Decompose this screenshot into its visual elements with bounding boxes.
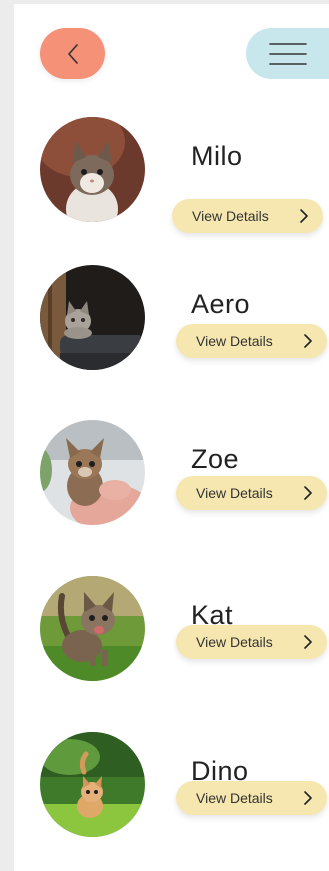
- view-details-label: View Details: [196, 333, 273, 349]
- pet-name: Zoe: [191, 444, 240, 474]
- kitten-in-hands-image: [40, 420, 145, 525]
- kitten-in-meadow-image: [40, 732, 145, 837]
- kitten-in-grass-image: [40, 576, 145, 681]
- view-details-button[interactable]: View Details: [176, 476, 327, 510]
- chevron-right-icon: [304, 486, 312, 500]
- chevron-right-icon: [304, 334, 312, 348]
- hamburger-menu-icon: [269, 43, 307, 65]
- view-details-label: View Details: [196, 790, 273, 806]
- pet-avatar: [40, 732, 145, 837]
- pet-list-item: Dino View Details: [14, 732, 329, 842]
- pet-name: Aero: [191, 289, 251, 319]
- chevron-right-icon: [304, 635, 312, 649]
- view-details-label: View Details: [196, 634, 273, 650]
- kitten-portrait-image: [40, 117, 145, 222]
- view-details-button[interactable]: View Details: [176, 781, 327, 815]
- pet-list-item: Milo View Details: [14, 117, 329, 233]
- pet-list-item: Zoe View Details: [14, 420, 329, 530]
- pet-avatar: [40, 265, 145, 370]
- menu-button[interactable]: [246, 28, 329, 79]
- view-details-button[interactable]: View Details: [176, 625, 327, 659]
- pet-list-item: Kat View Details: [14, 576, 329, 686]
- pet-name: Milo: [191, 141, 243, 171]
- pet-avatar: [40, 420, 145, 525]
- back-button[interactable]: [40, 28, 105, 79]
- pet-avatar: [40, 576, 145, 681]
- view-details-label: View Details: [192, 208, 269, 224]
- app-screen: Milo View Details Aero View Details Zoe …: [14, 4, 329, 871]
- kitten-on-chair-image: [40, 265, 145, 370]
- chevron-right-icon: [300, 209, 308, 223]
- view-details-label: View Details: [196, 485, 273, 501]
- view-details-button[interactable]: View Details: [172, 199, 323, 233]
- pet-list-item: Aero View Details: [14, 265, 329, 375]
- view-details-button[interactable]: View Details: [176, 324, 327, 358]
- chevron-right-icon: [304, 791, 312, 805]
- chevron-left-icon: [67, 43, 78, 64]
- pet-avatar: [40, 117, 145, 222]
